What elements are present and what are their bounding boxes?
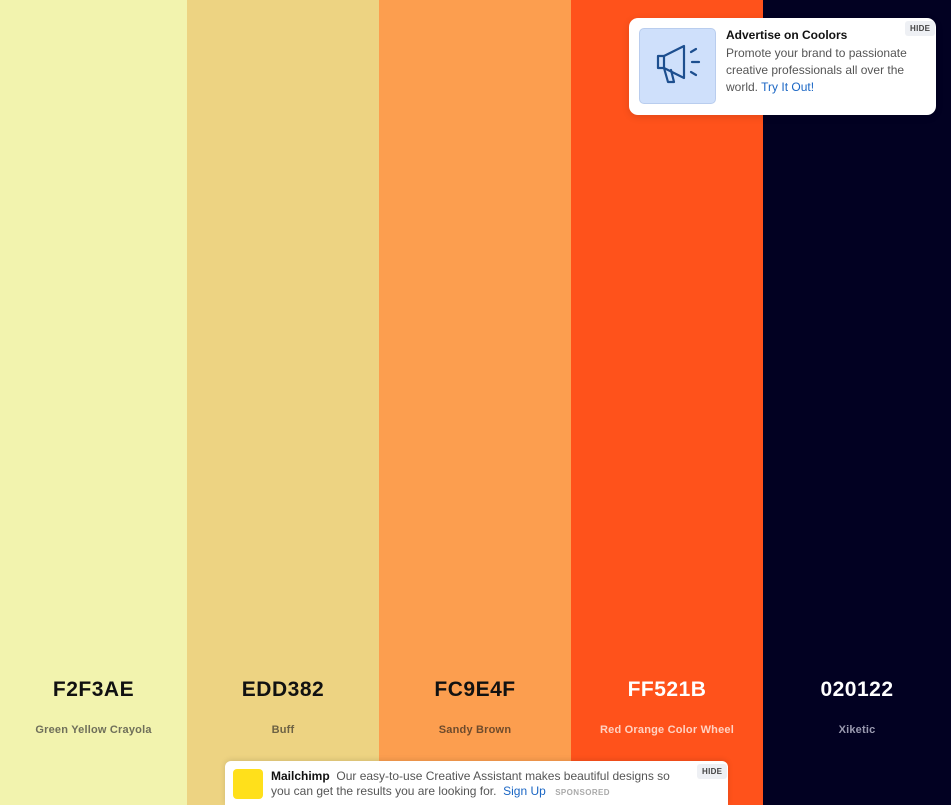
swatch-hex-code[interactable]: FF521B bbox=[571, 678, 763, 702]
swatch-hex-code[interactable]: 020122 bbox=[763, 678, 951, 702]
ad-bar-text: Mailchimp Our easy-to-use Creative Assis… bbox=[271, 769, 691, 800]
sponsored-label: SPONSORED bbox=[555, 788, 610, 797]
swatch-color-name: Sandy Brown bbox=[438, 724, 512, 736]
color-swatch[interactable]: 020122 Xiketic bbox=[763, 0, 951, 805]
color-palette: F2F3AE Green Yellow Crayola EDD382 Buff FC9E… bbox=[0, 0, 951, 805]
swatch-hex-code[interactable]: F2F3AE bbox=[0, 678, 187, 702]
sponsored-ad-bar[interactable]: Mailchimp Our easy-to-use Creative Assis… bbox=[225, 761, 728, 805]
color-swatch[interactable]: FF521B Red Orange Color Wheel bbox=[571, 0, 763, 805]
swatch-color-name: Green Yellow Crayola bbox=[35, 724, 152, 736]
ad-title: Advertise on Coolors bbox=[726, 28, 848, 42]
ad-thumbnail bbox=[639, 28, 716, 104]
hide-ad-card-button[interactable]: HIDE bbox=[905, 21, 936, 36]
sign-up-link[interactable]: Sign Up bbox=[503, 784, 546, 798]
swatch-color-name: Xiketic bbox=[838, 724, 876, 736]
swatch-color-name: Buff bbox=[271, 724, 295, 736]
ad-bar-message: Our easy-to-use Creative Assistant makes… bbox=[271, 769, 670, 798]
hide-ad-bar-button[interactable]: HIDE bbox=[697, 764, 728, 779]
ad-body: Promote your brand to passionate creativ… bbox=[726, 45, 926, 96]
ad-body-text: Promote your brand to passionate creativ… bbox=[726, 46, 907, 94]
ad-bar-brand: Mailchimp bbox=[271, 769, 330, 783]
color-swatch[interactable]: F2F3AE Green Yellow Crayola bbox=[0, 0, 187, 805]
swatch-hex-code[interactable]: EDD382 bbox=[187, 678, 379, 702]
color-swatch[interactable]: FC9E4F Sandy Brown bbox=[379, 0, 571, 805]
mailchimp-logo bbox=[233, 769, 263, 799]
swatch-color-name: Red Orange Color Wheel bbox=[600, 724, 734, 736]
swatch-hex-code[interactable]: FC9E4F bbox=[379, 678, 571, 702]
color-swatch[interactable]: EDD382 Buff bbox=[187, 0, 379, 805]
advertise-card[interactable]: Advertise on Coolors Promote your brand … bbox=[629, 18, 936, 115]
try-it-out-link[interactable]: Try It Out! bbox=[761, 80, 814, 94]
megaphone-icon bbox=[650, 38, 706, 95]
